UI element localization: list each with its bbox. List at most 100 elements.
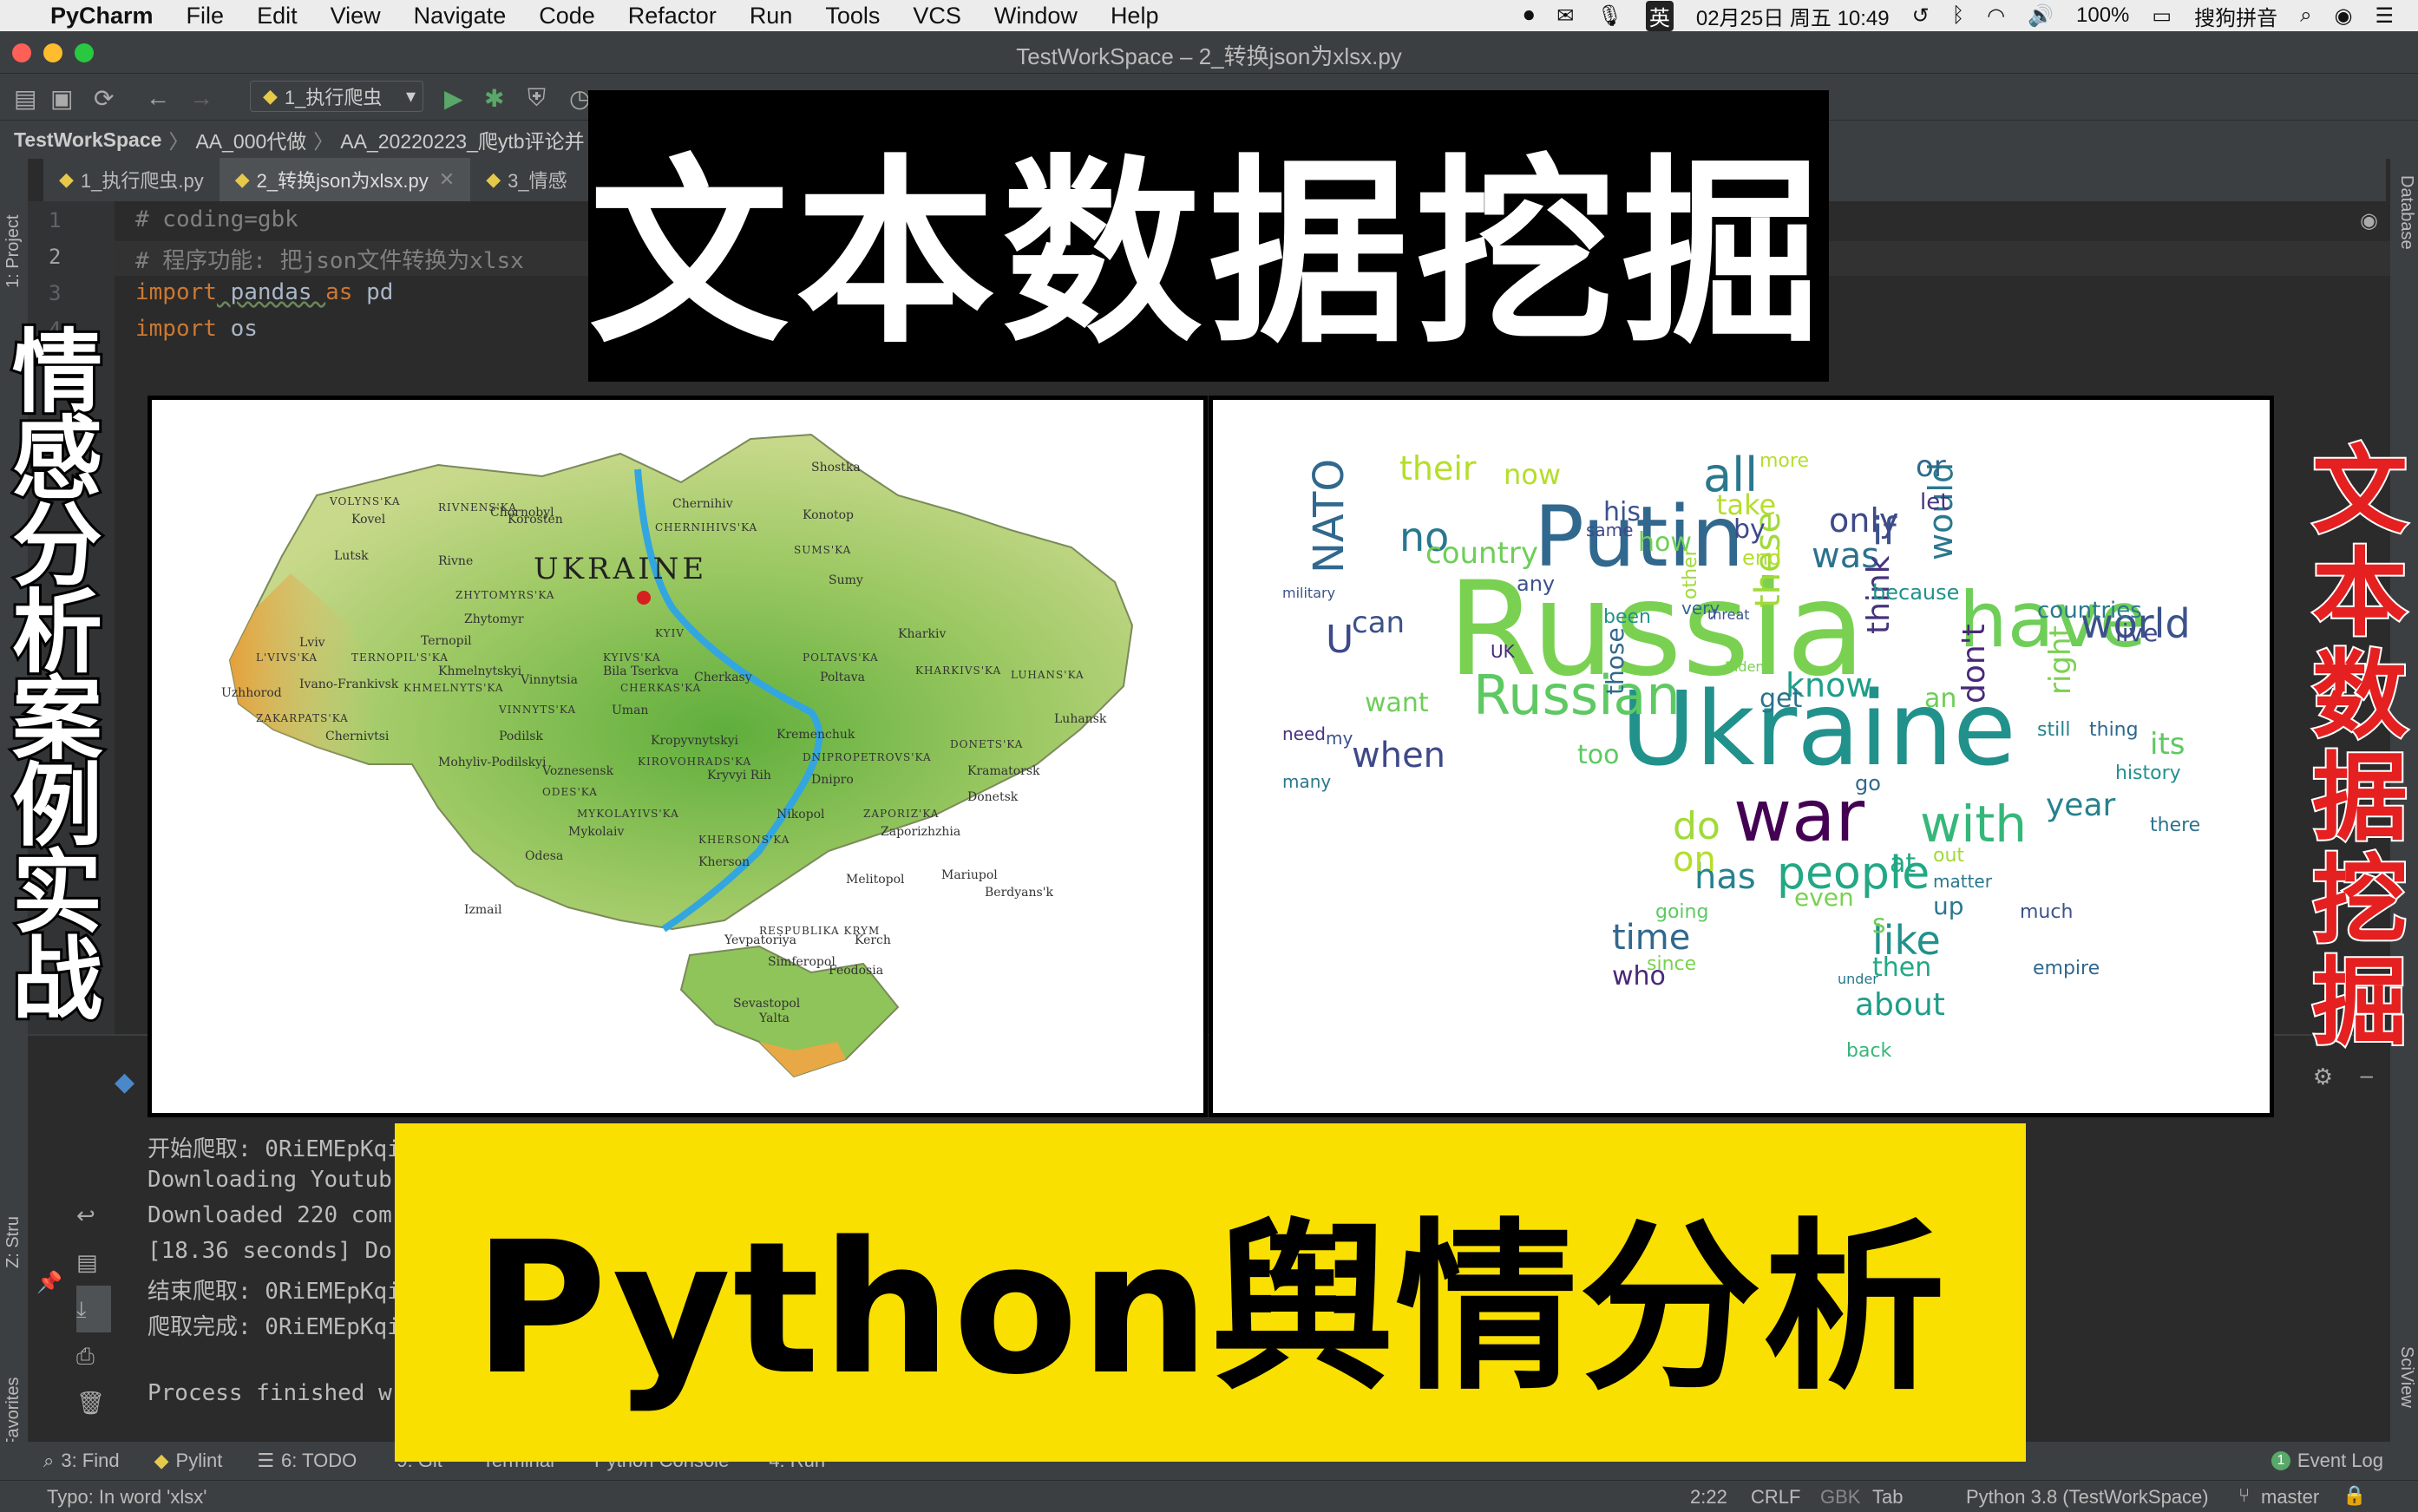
back-arrow-icon[interactable]: ← [146, 84, 170, 112]
python-interpreter[interactable]: Python 3.8 (TestWorkSpace) [1966, 1486, 2209, 1509]
tab-execute-crawler[interactable]: ◆ 1_执行爬虫.py [43, 158, 220, 201]
caption-char: 挖 [2310, 848, 2409, 954]
word-cloud-word: there [2150, 815, 2201, 836]
word-cloud-word: because [1872, 580, 1960, 605]
battery-level[interactable]: 100% [2076, 3, 2129, 28]
save-icon[interactable]: ▣ [50, 84, 73, 113]
trash-icon[interactable]: 🗑 [76, 1379, 111, 1426]
tab-convert-json[interactable]: ◆ 2_转换json为xlsx.py ✕ [219, 158, 471, 204]
hide-panel-icon[interactable]: – [2361, 1062, 2373, 1089]
record-icon[interactable]: ⏺ [1524, 3, 1534, 28]
pylint-icon: ◆ [154, 1450, 169, 1471]
open-folder-icon[interactable]: ▤ [14, 84, 36, 113]
menu-run[interactable]: Run [750, 3, 793, 29]
map-place-label: DNIPROPETROVS'KA [803, 751, 932, 763]
indent-setting[interactable]: Tab [1872, 1486, 1903, 1509]
map-place-label: Ivano-Frankivsk [299, 677, 399, 691]
menu-view[interactable]: View [331, 3, 381, 29]
ukraine-map-image: UKRAINE VOLYNS'KA RIVNENS'KA Chernihiv KYIV… [147, 396, 1208, 1117]
map-place-label: ZAKARPATS'KA [256, 712, 349, 724]
git-branch[interactable]: master [2261, 1486, 2319, 1509]
run-config-select[interactable]: ◆ 1_执行爬虫 ▾ [250, 81, 423, 112]
word-cloud-word: thing [2089, 719, 2139, 741]
map-place-label: Uman [612, 704, 649, 717]
menu-help[interactable]: Help [1111, 3, 1159, 29]
run-config-label: 1_执行爬虫 [284, 87, 383, 108]
pin-icon[interactable]: 📌 [36, 1270, 62, 1295]
map-place-label: Mykolaiv [568, 825, 625, 839]
left-vertical-caption: 情 感 分 析 案 例 实 战 [9, 325, 106, 1028]
caret-position[interactable]: 2:22 [1690, 1486, 1727, 1509]
map-place-label: Donetsk [967, 790, 1019, 804]
menu-vcs[interactable]: VCS [913, 3, 961, 29]
word-cloud-word: other [1680, 548, 1701, 599]
menu-edit[interactable]: Edit [257, 3, 298, 29]
reader-mode-eye-icon[interactable]: ◉ [2360, 208, 2378, 233]
run-side-actions: ↩ ▤ ⤓ ⎙ 🗑 [76, 1192, 111, 1426]
menu-navigate[interactable]: Navigate [414, 3, 507, 29]
word-cloud-word: end [1742, 546, 1782, 570]
breadcrumb-project[interactable]: TestWorkSpace [14, 128, 161, 152]
layout-icon[interactable]: ▤ [76, 1239, 111, 1286]
ime-name[interactable]: 搜狗拼音 [2194, 1, 2277, 31]
siri-icon[interactable]: ◉ [2335, 3, 2353, 29]
tab-sentiment[interactable]: ◆ 3_情感 [470, 158, 582, 201]
settings-gear-icon[interactable]: ⚙ [2313, 1064, 2333, 1090]
bluetooth-icon[interactable]: ᛒ [1952, 3, 1964, 28]
menu-code[interactable]: Code [539, 3, 595, 29]
status-message[interactable]: Typo: In word 'xlsx' [47, 1486, 206, 1509]
word-cloud-word: only [1829, 501, 1899, 540]
menu-window[interactable]: Window [994, 3, 1078, 29]
word-cloud-word: more [1759, 450, 1809, 472]
control-center-icon[interactable]: ☰ [2375, 3, 2394, 29]
profile-icon[interactable]: ◷ [569, 84, 590, 113]
scroll-to-end-icon[interactable]: ⤓ [76, 1286, 111, 1332]
map-place-label: Rivne [438, 554, 474, 568]
run-icon[interactable]: ▶ [444, 84, 463, 113]
volume-icon[interactable]: 🔊 [2028, 3, 2054, 29]
project-tool-tab[interactable]: 1: Project [3, 215, 23, 288]
word-cloud-word: still [2037, 719, 2071, 741]
map-place-label: Luhansk [1054, 712, 1107, 726]
map-place-label: Kropyvnytskyi [651, 734, 738, 748]
event-log-button[interactable]: Event Log [2297, 1450, 2383, 1472]
forward-arrow-icon[interactable]: → [189, 84, 213, 112]
todo-tool-button[interactable]: 6: TODO [281, 1450, 357, 1472]
wifi-icon[interactable]: ◠ [1987, 3, 2005, 29]
debug-icon[interactable]: ✱ [484, 84, 504, 113]
chevron-right-icon: 〉 [313, 130, 334, 153]
tab-label: 2_转换json为xlsx.py [256, 170, 429, 192]
app-menu[interactable]: PyCharm [50, 3, 154, 29]
find-tool-button[interactable]: 3: Find [61, 1450, 119, 1472]
wechat-icon[interactable]: ✉ [1556, 3, 1574, 29]
word-cloud-word: or [1916, 449, 1946, 484]
word-cloud-word: back [1846, 1040, 1892, 1062]
breadcrumb-folder[interactable]: AA_000代做 [195, 125, 306, 154]
close-tab-icon[interactable]: ✕ [439, 168, 455, 191]
print-icon[interactable]: ⎙ [76, 1332, 111, 1379]
line-separator[interactable]: CRLF [1751, 1486, 1800, 1509]
file-encoding[interactable]: GBK [1820, 1486, 1860, 1509]
python-file-icon: ◆ [234, 168, 250, 190]
pylint-tool-button[interactable]: Pylint [176, 1450, 223, 1472]
menu-refactor[interactable]: Refactor [628, 3, 717, 29]
structure-tool-tab[interactable]: Z: Stru [3, 1216, 23, 1268]
word-cloud-word: when [1352, 736, 1446, 776]
sync-icon[interactable]: ⟳ [94, 84, 114, 113]
menu-file[interactable]: File [187, 3, 225, 29]
database-tool-tab[interactable]: Database [2396, 175, 2416, 250]
soft-wrap-icon[interactable]: ↩ [76, 1192, 111, 1239]
spotlight-search-icon[interactable]: ⌕ [2300, 3, 2311, 28]
breadcrumb-subfolder[interactable]: AA_20220223_爬ytb评论并 [340, 125, 584, 154]
input-method-badge[interactable]: 英 [1645, 0, 1674, 31]
map-place-label: KIROVOHRADS'KA [638, 756, 752, 768]
coverage-icon[interactable]: ⛨ [528, 84, 546, 113]
menu-tools[interactable]: Tools [825, 3, 880, 29]
sciview-tool-tab[interactable]: SciView [2396, 1346, 2416, 1408]
clock[interactable]: 02月25日 周五 10:49 [1696, 1, 1890, 31]
tab-label: 1_执行爬虫.py [80, 170, 204, 192]
microphone-icon[interactable]: 🎙 [1596, 3, 1622, 29]
time-machine-icon[interactable]: ↺ [1912, 3, 1930, 29]
lock-icon[interactable]: 🔒 [2343, 1484, 2366, 1507]
word-cloud-word: let [1920, 489, 1949, 515]
